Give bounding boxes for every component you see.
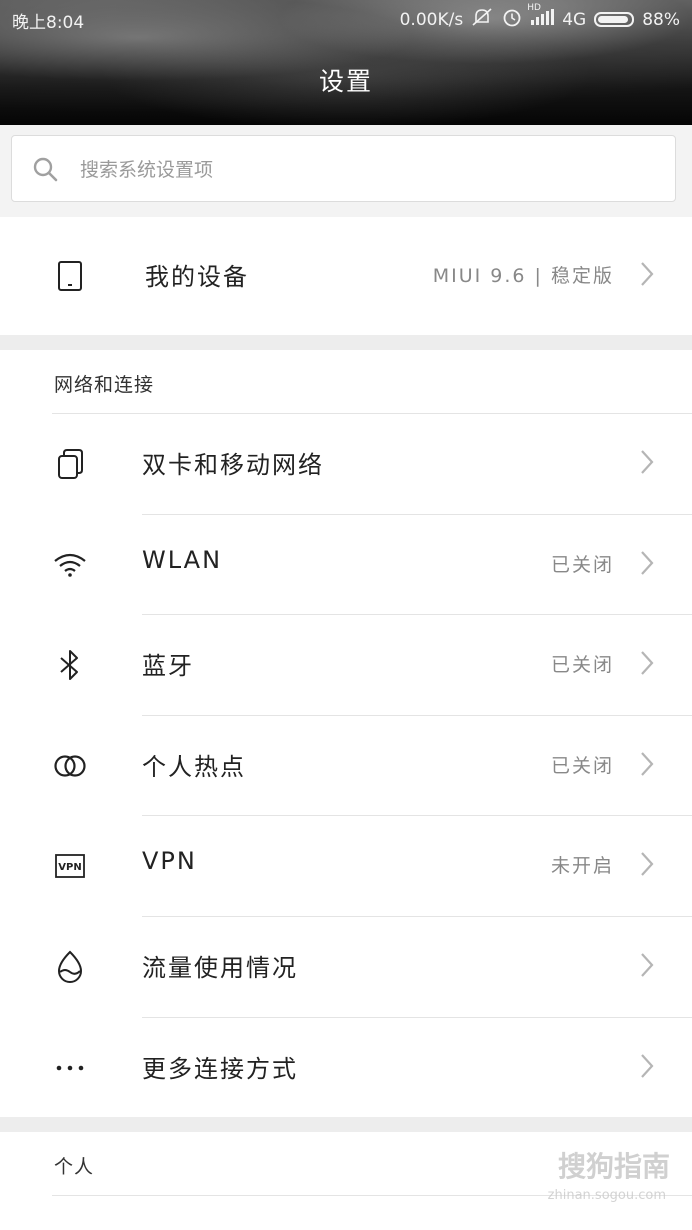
my-device-row[interactable]: 我的设备 MIUI 9.6 | 稳定版 (0, 225, 692, 325)
network-speed: 0.00K/s (399, 9, 464, 30)
row-value: 已关闭 (550, 755, 614, 777)
row-label: WLAN (142, 546, 223, 574)
network-section-card: 网络和连接 双卡和移动网络 WLAN 已关闭 蓝牙 已关闭 个人热点 已关闭 V… (0, 350, 692, 1117)
hd-label: HD (527, 3, 541, 13)
section-title-network: 网络和连接 (54, 374, 155, 396)
row-label: 个人热点 (142, 753, 246, 781)
battery-icon (594, 12, 635, 27)
phone-icon (50, 259, 90, 293)
chevron-right-icon (640, 550, 654, 580)
vpn-icon: VPN (50, 849, 90, 883)
signal-icon: HD (527, 3, 555, 30)
row-more-connections[interactable]: 更多连接方式 (0, 1017, 692, 1117)
row-value: 已关闭 (550, 654, 614, 676)
status-time: 晚上8:04 (12, 13, 85, 33)
row-label: 双卡和移动网络 (142, 451, 324, 479)
alarm-icon (501, 7, 523, 32)
my-device-card: 我的设备 MIUI 9.6 | 稳定版 (0, 217, 692, 335)
row-value: 未开启 (550, 855, 614, 877)
row-label: VPN (142, 847, 197, 875)
chevron-right-icon (640, 751, 654, 781)
row-label: 流量使用情况 (142, 954, 298, 982)
hotspot-icon (50, 749, 90, 783)
more-icon (50, 1051, 90, 1085)
svg-text:VPN: VPN (58, 862, 81, 873)
data-usage-icon (50, 950, 90, 984)
row-label: 蓝牙 (142, 652, 194, 680)
wifi-icon (50, 548, 90, 582)
page-title: 设置 (318, 67, 373, 96)
mute-bell-icon (471, 7, 493, 32)
chevron-right-icon (640, 261, 654, 291)
search-box[interactable] (11, 135, 676, 203)
battery-percent: 88% (642, 9, 680, 30)
row-wlan[interactable]: WLAN 已关闭 (0, 514, 692, 614)
row-value: 已关闭 (550, 554, 614, 576)
chevron-right-icon (640, 1053, 654, 1083)
my-device-label: 我的设备 (145, 263, 249, 291)
chevron-right-icon (640, 449, 654, 479)
network-type: 4G (562, 9, 587, 30)
row-label: 更多连接方式 (142, 1055, 298, 1083)
row-vpn[interactable]: VPN VPN 未开启 (0, 815, 692, 915)
row-hotspot[interactable]: 个人热点 已关闭 (0, 715, 692, 815)
chevron-right-icon (640, 952, 654, 982)
row-data-usage[interactable]: 流量使用情况 (0, 916, 692, 1016)
chevron-right-icon (640, 851, 654, 881)
dual-sim-icon (50, 447, 90, 481)
header-banner: 晚上8:04 0.00K/s HD 4G 88% 设置 (0, 0, 692, 125)
status-icons: 0.00K/s HD 4G 88% (399, 3, 680, 32)
search-icon (32, 156, 58, 186)
watermark-logo: 搜狗指南 (557, 1150, 670, 1183)
row-dual-sim[interactable]: 双卡和移动网络 (0, 413, 692, 513)
my-device-value: MIUI 9.6 | 稳定版 (432, 265, 614, 287)
status-bar: 晚上8:04 0.00K/s HD 4G 88% (0, 0, 692, 36)
section-title-personal: 个人 (54, 1156, 95, 1178)
watermark-url: zhinan.sogou.com (547, 1188, 666, 1203)
row-bluetooth[interactable]: 蓝牙 已关闭 (0, 614, 692, 714)
bluetooth-icon (50, 648, 90, 682)
search-input[interactable] (78, 136, 642, 203)
chevron-right-icon (640, 650, 654, 680)
search-area (0, 125, 692, 217)
